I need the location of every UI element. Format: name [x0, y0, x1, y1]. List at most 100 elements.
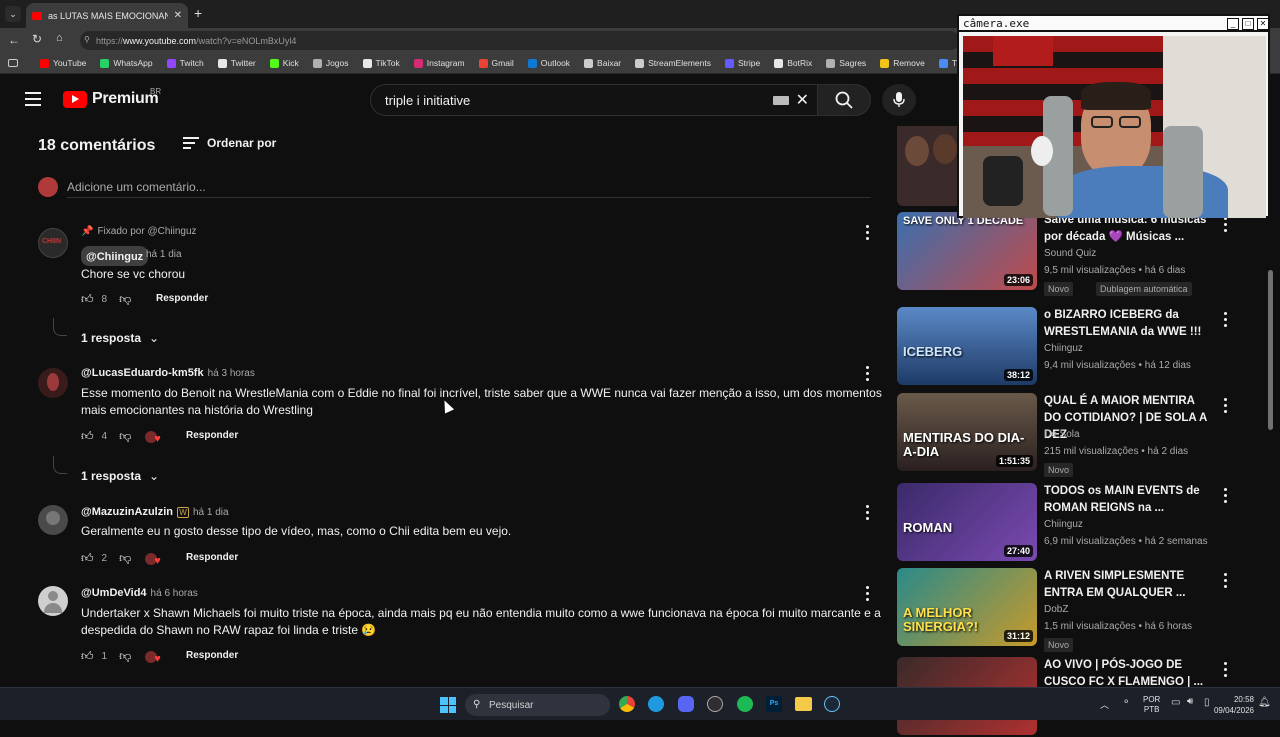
bookmark-item[interactable]: Stripe	[719, 58, 768, 68]
comment-menu-icon[interactable]	[865, 365, 869, 381]
bookmark-item[interactable]: Twitch	[161, 58, 212, 68]
video-channel[interactable]: De Sola	[1044, 429, 1080, 440]
minimize-icon[interactable]: _	[1227, 18, 1239, 30]
bookmark-item[interactable]: WhatsApp	[94, 58, 160, 68]
clock[interactable]: 20:58 09/04/2026	[1204, 694, 1254, 716]
chrome-icon[interactable]	[619, 696, 635, 712]
reply-button[interactable]: Responder	[186, 552, 238, 563]
bookmark-item[interactable]: YouTube	[34, 58, 94, 68]
bookmark-item[interactable]: Kick	[264, 58, 307, 68]
video-title[interactable]: AO VIVO | PÓS-JOGO DE CUSCO FC X FLAMENG…	[1044, 657, 1209, 691]
video-title[interactable]: o BIZARRO ICEBERG da WRESTLEMANIA da WWE…	[1044, 307, 1209, 341]
bookmark-item[interactable]: TikTok	[357, 58, 408, 68]
video-channel[interactable]: Chiinguz	[1044, 343, 1083, 354]
keyboard-icon[interactable]	[773, 96, 789, 105]
avatar[interactable]	[38, 505, 68, 535]
reply-button[interactable]: Responder	[186, 430, 238, 441]
dislike-icon[interactable]: 👎︎	[119, 292, 131, 307]
video-thumbnail[interactable]: A MELHOR SINERGIA?! 31:12	[897, 568, 1037, 646]
dislike-icon[interactable]: 👎︎	[119, 429, 131, 444]
comment-author[interactable]: @UmDeVid4	[81, 587, 147, 599]
video-thumbnail[interactable]: SAVE ONLY 1 DECADE 23:06	[897, 212, 1037, 290]
recommended-video[interactable]: ICEBERG 38:12 o BIZARRO ICEBERG da WRESTLE…	[897, 307, 1257, 387]
reply-button[interactable]: Responder	[186, 650, 238, 661]
tray-usb-icon[interactable]: ⚬	[1122, 697, 1130, 708]
like-icon[interactable]: 👍︎	[81, 649, 94, 664]
close-tab-icon[interactable]: ✕	[174, 10, 182, 21]
recommended-video[interactable]: MENTIRAS DO DIA-A-DIA 1:51:35 QUAL É A MAI…	[897, 393, 1257, 477]
dislike-icon[interactable]: 👎︎	[119, 551, 131, 566]
comment-time[interactable]: há 1 dia	[193, 507, 229, 518]
spotify-icon[interactable]	[737, 696, 753, 712]
video-menu-icon[interactable]	[1223, 397, 1227, 413]
video-menu-icon[interactable]	[1223, 311, 1227, 327]
file-explorer-icon[interactable]	[795, 697, 812, 711]
reply-button[interactable]: Responder	[156, 293, 208, 304]
comment-menu-icon[interactable]	[865, 585, 869, 601]
bookmark-item[interactable]: Baixar	[578, 58, 629, 68]
comment-time[interactable]: há 3 horas	[208, 368, 255, 379]
dislike-icon[interactable]: 👎︎	[119, 649, 131, 664]
avatar[interactable]	[38, 586, 68, 616]
video-title[interactable]: A RIVEN SIMPLESMENTE ENTRA EM QUALQUER .…	[1044, 568, 1209, 602]
close-icon[interactable]: ✕	[1257, 18, 1269, 30]
volume-icon[interactable]: 🔊︎	[1187, 696, 1193, 707]
bookmark-item[interactable]: Outlook	[522, 58, 578, 68]
bookmark-item[interactable]: Sagres	[820, 58, 874, 68]
bookmark-item[interactable]: Twitter	[212, 58, 264, 68]
video-thumbnail[interactable]: ROMAN 27:40	[897, 483, 1037, 561]
search-input[interactable]: triple i initiative ✕	[370, 84, 818, 116]
youtube-logo[interactable]: Premium	[63, 90, 159, 108]
bookmark-item[interactable]: Gmail	[473, 58, 522, 68]
taskbar-search-input[interactable]: ⚲ Pesquisar	[465, 694, 610, 716]
video-thumbnail[interactable]: ICEBERG 38:12	[897, 307, 1037, 385]
comment-author[interactable]: @MazuzinAzulzin	[81, 506, 173, 518]
bookmark-item[interactable]: BotRix	[768, 58, 820, 68]
video-channel[interactable]: DobZ	[1044, 604, 1068, 615]
video-menu-icon[interactable]	[1223, 661, 1227, 677]
sidebar-scrollbar[interactable]	[1268, 270, 1273, 430]
language-indicator[interactable]: POR PTB	[1143, 695, 1160, 715]
add-comment-input[interactable]: Adicione um comentário...	[67, 178, 871, 198]
reload-icon[interactable]: ↻	[32, 32, 42, 46]
back-icon[interactable]: ←	[8, 33, 20, 47]
replies-toggle[interactable]: 1 resposta ⌄	[81, 469, 159, 483]
like-icon[interactable]: 👍︎	[81, 292, 94, 307]
video-channel[interactable]: Sound Quiz	[1044, 248, 1096, 259]
discord-icon[interactable]	[678, 696, 694, 712]
like-icon[interactable]: 👍︎	[81, 551, 94, 566]
bookmark-item[interactable]: Instagram	[408, 58, 473, 68]
avatar[interactable]	[38, 368, 68, 398]
camera-window[interactable]: câmera.exe _ □ ✕	[957, 14, 1270, 218]
tab-list-button[interactable]: ⌄	[5, 6, 21, 22]
comment-author-badge[interactable]: @Chiinguz	[81, 246, 149, 266]
network-icon[interactable]: ▭	[1171, 697, 1180, 708]
photoshop-icon[interactable]: Ps	[766, 696, 782, 712]
voice-search-button[interactable]	[882, 84, 916, 116]
bookmark-item[interactable]: Remove	[874, 58, 933, 68]
notification-icon[interactable]: 🔔︎	[1258, 697, 1271, 708]
site-info-icon[interactable]: ⚲	[84, 35, 90, 44]
avatar[interactable]: CHIIN	[38, 228, 68, 258]
browser-tab[interactable]: as LUTAS MAIS EMOCIONANTES d ✕	[26, 3, 188, 28]
url-bar[interactable]: ⚲ https://www.youtube.com/watch?v=eNOLmB…	[80, 31, 960, 50]
video-thumbnail[interactable]: MENTIRAS DO DIA-A-DIA 1:51:35	[897, 393, 1037, 471]
new-tab-button[interactable]: +	[194, 5, 202, 21]
steam-icon[interactable]	[824, 696, 840, 712]
replies-toggle[interactable]: 1 resposta ⌄	[81, 331, 159, 345]
search-button[interactable]	[817, 84, 871, 116]
video-title[interactable]: TODOS os MAIN EVENTS de ROMAN REIGNS na …	[1044, 483, 1209, 517]
menu-icon[interactable]	[25, 92, 41, 106]
sort-button[interactable]: Ordenar por	[183, 136, 276, 150]
video-menu-icon[interactable]	[1223, 572, 1227, 588]
comment-menu-icon[interactable]	[865, 224, 869, 240]
maximize-icon[interactable]: □	[1242, 18, 1254, 30]
bookmark-item[interactable]: StreamElements	[629, 58, 719, 68]
recommended-video[interactable]: ROMAN 27:40 TODOS os MAIN EVENTS de ROMAN …	[897, 483, 1257, 563]
obs-icon[interactable]	[707, 696, 723, 712]
start-icon[interactable]	[440, 697, 456, 713]
comment-menu-icon[interactable]	[865, 504, 869, 520]
apps-icon[interactable]	[8, 59, 18, 67]
recommended-video[interactable]: A MELHOR SINERGIA?! 31:12 A RIVEN SIMPLESM…	[897, 568, 1257, 652]
comment-author[interactable]: @LucasEduardo-km5fk	[81, 367, 204, 379]
